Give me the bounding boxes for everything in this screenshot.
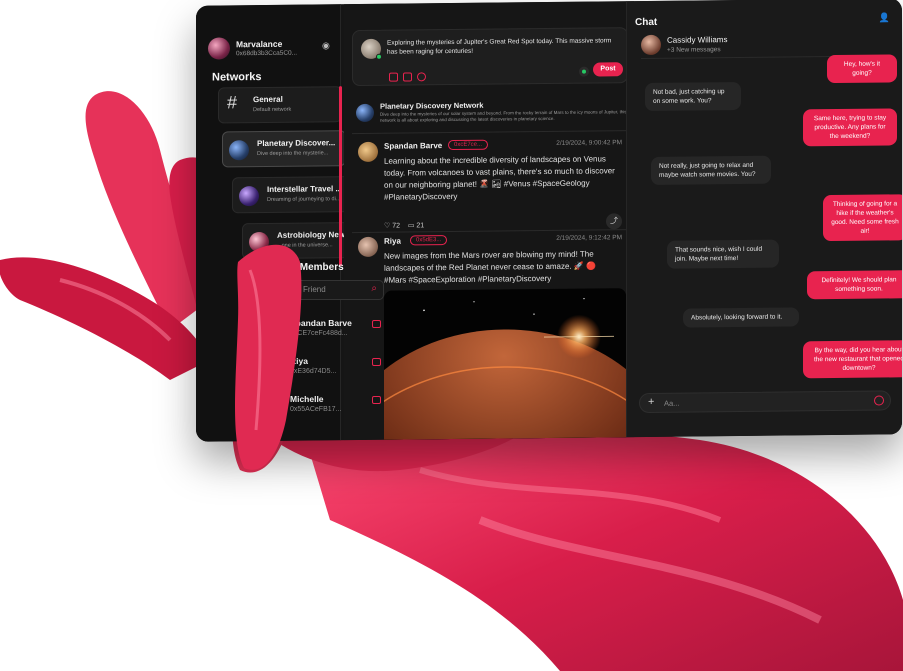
post-timestamp: 2/19/2024, 9:00:42 PM	[556, 139, 622, 147]
member-address: 0xE36d74D5...	[290, 368, 337, 375]
profile-row[interactable]: Marvalance 0x68db3b3Cca5C0... ◉	[208, 36, 336, 63]
post-card[interactable]: Spandan Barve 0xcE7ce... 2/19/2024, 9:00…	[352, 135, 628, 230]
avatar	[208, 37, 230, 60]
message-bubble-out: Definitely! We should plan something soo…	[807, 270, 902, 300]
share-icon[interactable]: ⤴	[606, 213, 622, 230]
networks-heading: Networks	[212, 71, 262, 84]
planet-icon	[356, 103, 374, 123]
network-item-general[interactable]: # General Default network	[218, 86, 342, 124]
friend-search-input[interactable]: Friend ⌕	[244, 280, 384, 300]
comment-icon[interactable]: ▭	[408, 222, 415, 229]
image-icon[interactable]	[389, 72, 398, 82]
status-toggle-icon[interactable]	[579, 66, 589, 77]
member-name: Riya	[290, 356, 308, 366]
message-icon[interactable]	[372, 358, 381, 366]
network-header: Planetary Discovery Network Dive deep in…	[352, 95, 628, 135]
chat-title: Chat	[635, 16, 658, 29]
post-composer[interactable]: Exploring the mysteries of Jupiter's Gre…	[352, 27, 628, 87]
chat-contact-name: Cassidy Williams	[667, 35, 728, 45]
member-address: 0x55ACeFB17...	[290, 406, 342, 413]
feed-column: Exploring the mysteries of Jupiter's Gre…	[344, 1, 634, 442]
chat-input-placeholder[interactable]: Aa...	[664, 399, 679, 408]
planet-icon	[229, 140, 249, 161]
network-title: Planetary Discover...	[257, 138, 336, 149]
member-row[interactable]: Riya 0xE36d74D5...	[244, 352, 384, 382]
community-heading: Community Members	[242, 262, 344, 273]
message-bubble-out: Same here, trying to stay productive. An…	[803, 108, 897, 147]
network-header-description: Dive deep into the mysteries of our sola…	[380, 109, 627, 123]
post-address-tag[interactable]: 0xcE7ce...	[448, 139, 489, 151]
emoji-icon[interactable]	[417, 72, 426, 82]
plus-icon[interactable]: +	[648, 396, 654, 408]
message-bubble-in: Absolutely, looking forward to it.	[683, 307, 799, 328]
message-bubble-out: Thinking of going for a hike if the weat…	[823, 194, 902, 242]
chat-panel: Chat 👤 Cassidy Williams +3 New messages …	[626, 0, 902, 438]
member-row[interactable]: Michelle 0x55ACeFB17...	[244, 390, 384, 420]
post-body: New images from the Mars rover are blowi…	[384, 249, 597, 285]
friend-search-placeholder[interactable]: Friend	[303, 285, 326, 294]
member-address: 0xCE7ceFc488d...	[290, 330, 348, 337]
astronaut-icon	[249, 231, 269, 253]
avatar	[358, 141, 378, 163]
member-name: Spandan Barve	[290, 318, 352, 328]
network-header-title: Planetary Discovery Network	[380, 100, 484, 111]
mars-illustration	[384, 288, 626, 442]
chat-new-messages: +3 New messages	[667, 46, 721, 54]
message-icon[interactable]	[372, 320, 381, 328]
member-row[interactable]: Spandan Barve 0xCE7ceFc488d...	[244, 314, 384, 344]
composer-text[interactable]: Exploring the mysteries of Jupiter's Gre…	[387, 36, 619, 56]
galaxy-icon	[239, 186, 259, 207]
member-name: Michelle	[290, 394, 324, 404]
chat-input[interactable]: + Aa...	[639, 390, 891, 414]
online-status-icon	[376, 53, 382, 60]
network-subtitle: Dive deep into the mysterie...	[257, 150, 329, 158]
gif-icon[interactable]	[403, 72, 412, 82]
network-title: General	[253, 94, 283, 105]
post-timestamp: 2/19/2024, 9:12:42 PM	[556, 234, 622, 242]
profile-name: Marvalance	[236, 38, 283, 50]
post-author[interactable]: Riya	[384, 237, 401, 246]
post-author[interactable]: Spandan Barve	[384, 141, 442, 151]
post-address-tag[interactable]: 0x5dE3...	[410, 235, 448, 246]
comment-count: 21	[416, 222, 425, 230]
scroll-indicator[interactable]	[339, 86, 342, 267]
message-bubble-in: Not really, just going to relax and mayb…	[651, 155, 771, 185]
network-item-planetary[interactable]: Planetary Discover... Dive deep into the…	[222, 130, 346, 168]
like-count: 72	[392, 222, 401, 230]
message-bubble-out: By the way, did you hear about the new r…	[803, 340, 902, 379]
add-user-icon[interactable]: 👤	[879, 12, 890, 23]
avatar	[641, 34, 661, 56]
network-subtitle: Default network	[253, 106, 292, 114]
message-bubble-in: That sounds nice, wish I could join. May…	[667, 239, 779, 269]
mars-photo[interactable]	[384, 288, 626, 442]
eye-icon[interactable]: ◉	[322, 40, 330, 51]
post-card[interactable]: Riya 0x5dE3... 2/19/2024, 9:12:42 PM New…	[352, 229, 628, 442]
like-icon[interactable]: ♡	[384, 223, 390, 230]
hash-icon: #	[227, 92, 238, 113]
avatar	[358, 236, 378, 258]
post-button[interactable]: Post	[593, 62, 623, 77]
emoji-icon[interactable]	[874, 395, 884, 406]
search-icon[interactable]: ⌕	[371, 283, 377, 294]
network-item-interstellar[interactable]: Interstellar Travel ... Dreaming of jour…	[232, 176, 356, 214]
post-body: Learning about the incredible diversity …	[384, 154, 615, 202]
post-actions: ♡ 72 ▭ 21	[384, 221, 424, 229]
message-icon[interactable]	[372, 396, 381, 404]
hero-stage: Marvalance 0x68db3b3Cca5C0... ◉ Networks…	[0, 0, 903, 671]
message-bubble-out: Hey, how's it going?	[827, 54, 897, 84]
profile-address: 0x68db3b3Cca5C0...	[236, 49, 298, 58]
message-bubble-in: Not bad, just catching up on some work. …	[645, 81, 741, 111]
